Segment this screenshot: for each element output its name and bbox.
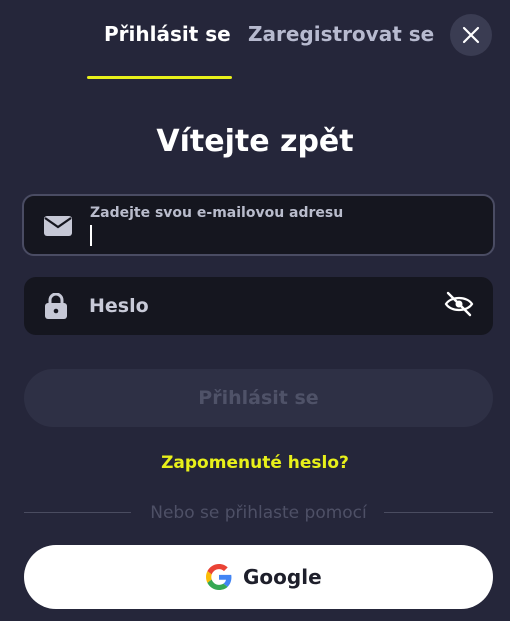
page-title: Vítejte zpět [156, 124, 354, 159]
auth-tabs: Přihlásit se Zaregistrovat se [0, 0, 510, 80]
google-icon [206, 564, 232, 590]
login-button[interactable]: Přihlásit se [24, 369, 493, 427]
divider-line-right [384, 512, 493, 513]
google-login-button[interactable]: Google [24, 545, 493, 609]
password-field[interactable]: Heslo [24, 277, 493, 335]
active-tab-indicator [87, 76, 232, 79]
login-dialog: Přihlásit se Zaregistrovat se Vítejte zp… [0, 0, 510, 621]
lock-icon [45, 293, 67, 319]
forgot-password-link[interactable]: Zapomenuté heslo? [0, 453, 510, 473]
password-placeholder: Heslo [89, 295, 149, 317]
text-caret [90, 225, 92, 246]
email-label: Zadejte svou e-mailovou adresu [90, 205, 344, 221]
close-icon [462, 26, 480, 44]
mail-icon [44, 216, 72, 236]
tab-register[interactable]: Zaregistrovat se [248, 22, 434, 46]
google-button-label: Google [243, 565, 322, 589]
close-button[interactable] [450, 14, 492, 56]
divider-text: Nebo se přihlaste pomocí [150, 503, 367, 523]
eye-off-icon[interactable] [444, 290, 474, 318]
tab-login[interactable]: Přihlásit se [104, 22, 231, 46]
email-field[interactable]: Zadejte svou e-mailovou adresu [22, 194, 495, 256]
